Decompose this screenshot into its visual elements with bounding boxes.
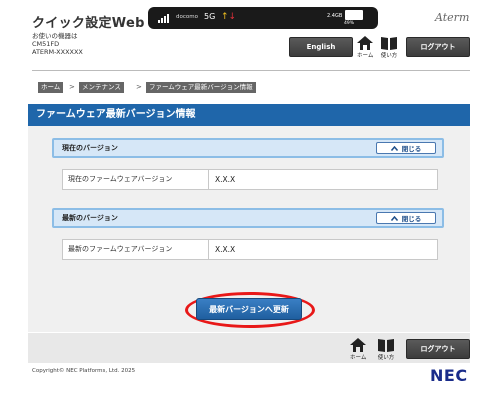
manual-button-footer[interactable]: 使い方	[377, 338, 395, 361]
current-version-value: X.X.X	[215, 175, 236, 184]
home-label: ホーム	[357, 53, 374, 59]
device-info: お使いの機器は CM51FD ATERM-XXXXXX	[32, 32, 83, 56]
signal-strength-icon	[158, 14, 169, 23]
manual-button[interactable]: 使い方	[380, 36, 398, 59]
logout-button-footer[interactable]: ログアウト	[406, 339, 470, 359]
device-label: お使いの機器は	[32, 32, 78, 40]
home-icon	[357, 36, 374, 50]
latest-version-value: X.X.X	[215, 245, 236, 254]
english-button[interactable]: English	[289, 37, 353, 57]
section-header-latest: 最新のバージョン 閉じる	[52, 208, 444, 228]
data-usage: 2.4GB	[327, 13, 343, 19]
page-title: ファームウェア最新バージョン情報	[28, 104, 470, 126]
section-header-current: 現在のバージョン 閉じる	[52, 138, 444, 158]
network-type: 5G	[204, 12, 216, 21]
breadcrumb-separator: >	[69, 83, 75, 91]
current-version-row: 現在のファームウェアバージョン X.X.X	[62, 169, 438, 190]
latest-version-row: 最新のファームウェアバージョン X.X.X	[62, 239, 438, 260]
home-label: ホーム	[350, 355, 367, 361]
manual-label: 使い方	[380, 53, 398, 59]
breadcrumb-separator: >	[136, 83, 142, 91]
close-label: 閉じる	[401, 215, 422, 223]
logout-button[interactable]: ログアウト	[406, 37, 470, 57]
nec-logo: NEC	[430, 366, 468, 385]
home-button-footer[interactable]: ホーム	[350, 338, 366, 361]
manual-label: 使い方	[377, 355, 395, 361]
section-title-latest: 最新のバージョン	[62, 214, 118, 222]
breadcrumb-current: ファームウェア最新バージョン情報	[146, 82, 256, 93]
close-button-current[interactable]: 閉じる	[376, 142, 436, 154]
latest-version-label: 最新のファームウェアバージョン	[63, 240, 209, 259]
copyright: Copyright© NEC Platforms, Ltd. 2025	[32, 368, 136, 374]
chevron-up-icon	[390, 145, 398, 151]
chevron-up-icon	[390, 215, 398, 221]
device-id: ATERM-XXXXXX	[32, 48, 83, 56]
data-transfer-icon: ↑↓	[221, 12, 237, 22]
book-icon	[381, 37, 397, 50]
brand-logo: Aterm	[435, 11, 470, 24]
header-divider	[32, 70, 470, 71]
close-label: 閉じる	[401, 145, 422, 153]
home-button[interactable]: ホーム	[357, 36, 373, 59]
close-button-latest[interactable]: 閉じる	[376, 212, 436, 224]
app-title: クイック設定Web	[32, 16, 145, 31]
update-firmware-button[interactable]: 最新バージョンへ更新	[196, 298, 302, 320]
breadcrumb-maintenance[interactable]: メンテナンス	[79, 82, 124, 93]
battery-level: 49%	[344, 21, 355, 26]
current-version-label: 現在のファームウェアバージョン	[63, 170, 209, 189]
status-bar: docomo 5G ↑↓ 2.4GB 49%	[148, 7, 378, 29]
section-title-current: 現在のバージョン	[62, 144, 118, 152]
carrier-name: docomo	[176, 14, 198, 20]
book-icon	[378, 339, 394, 352]
device-model: CM51FD	[32, 40, 60, 48]
footer-bar	[28, 333, 470, 363]
breadcrumb-home[interactable]: ホーム	[38, 82, 64, 93]
battery-icon	[345, 10, 363, 20]
home-icon	[350, 338, 367, 352]
